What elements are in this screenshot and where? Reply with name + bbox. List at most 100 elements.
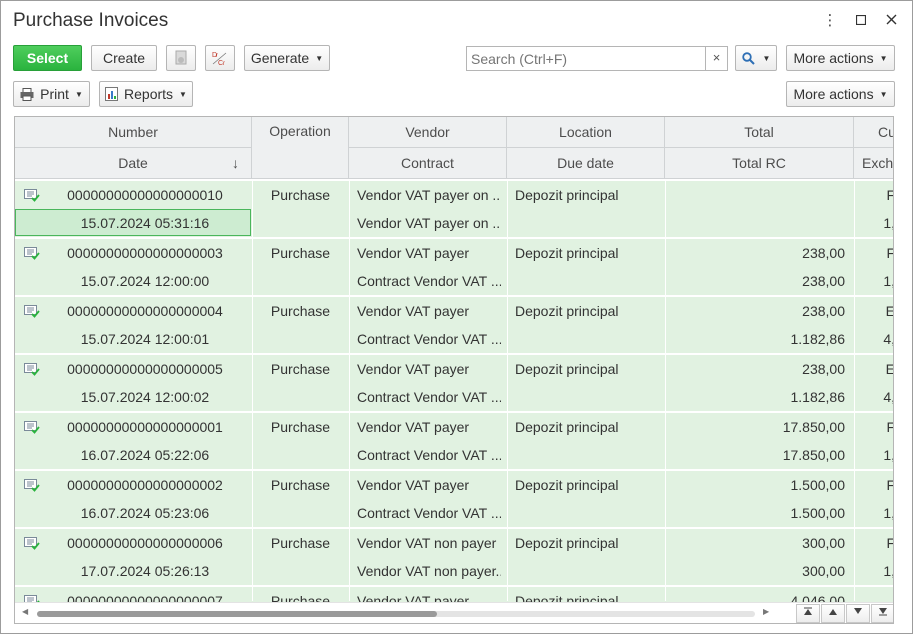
cell-due-date [515, 499, 663, 527]
cell-contract: Vendor VAT payer on ... [357, 215, 501, 231]
maximize-icon[interactable] [851, 11, 871, 31]
select-button[interactable]: Select [13, 45, 82, 71]
cell-exch: 4, [883, 331, 894, 347]
cell-location: Depozit principal [515, 187, 619, 203]
cell-operation: Purchase [270, 419, 331, 435]
table-row[interactable]: 00000000000000000003 15.07.2024 12:00:00 P… [15, 239, 893, 295]
cell-vendor: Vendor VAT payer [357, 303, 470, 319]
reports-button[interactable]: Reports ▼ [99, 81, 193, 107]
search-options-button[interactable]: ▼ [735, 45, 777, 71]
column-header-date[interactable]: Date ↓ [15, 148, 252, 179]
cell-contract: Contract Vendor VAT ... [357, 273, 501, 289]
cell-operation: Purchase [270, 245, 331, 261]
column-header-total-rc[interactable]: Total RC [665, 148, 854, 179]
clear-search-icon[interactable]: × [705, 47, 727, 70]
cell-vendor: Vendor VAT payer [357, 245, 470, 261]
cell-vendor: Vendor VAT payer on ... [357, 187, 501, 203]
table-row[interactable]: 00000000000000000006 17.07.2024 05:26:13 P… [15, 529, 894, 585]
more-actions-label: More actions [793, 50, 874, 66]
scroll-right-icon[interactable]: ▶ [763, 607, 769, 616]
reports-icon [105, 84, 119, 108]
column-header-currency[interactable]: Cu [854, 117, 893, 148]
more-vertical-icon[interactable]: ⋮ [820, 11, 840, 31]
cell-due-date [515, 325, 663, 353]
cell-number: 00000000000000000002 [67, 477, 223, 493]
printer-icon [20, 84, 34, 108]
column-header-contract[interactable]: Contract [349, 148, 507, 179]
column-divider [665, 181, 666, 601]
copy-document-button[interactable] [166, 45, 196, 71]
cell-total [667, 181, 845, 209]
cell-total-rc: 1.182,86 [790, 331, 846, 347]
column-header-operation[interactable]: Operation [252, 117, 349, 179]
chevron-down-icon: ▼ [879, 54, 888, 63]
generate-label: Generate [250, 50, 310, 66]
cell-number: 00000000000000000003 [67, 245, 223, 261]
cell-date: 16.07.2024 05:23:06 [80, 505, 210, 521]
cell-total: 238,00 [802, 245, 845, 261]
scroll-to-bottom-icon[interactable] [871, 604, 893, 623]
cell-date: 15.07.2024 12:00:01 [80, 331, 210, 347]
cell-exch: 1, [883, 563, 894, 579]
table-row[interactable]: 00000000000000000005 15.07.2024 12:00:02 P… [15, 355, 893, 411]
column-divider [349, 181, 350, 601]
create-button[interactable]: Create [91, 45, 157, 71]
cell-vendor: Vendor VAT payer [357, 419, 470, 435]
more-actions-button-secondary[interactable]: More actions ▼ [786, 81, 895, 107]
table-row[interactable]: 00000000000000000004 15.07.2024 12:00:01 P… [15, 297, 894, 353]
cell-operation: Purchase [270, 303, 331, 319]
column-header-date-label: Date [118, 155, 148, 171]
close-icon[interactable] [881, 11, 901, 31]
cell-number: 00000000000000000004 [67, 303, 223, 319]
dr-cr-button[interactable]: D r C r [205, 45, 235, 71]
cell-date: 15.07.2024 12:00:00 [80, 273, 210, 289]
cell-cu: F [855, 529, 893, 557]
scroll-to-top-icon[interactable] [796, 604, 820, 623]
cell-contract: Contract Vendor VAT ... [357, 331, 501, 347]
cell-cu: F [855, 413, 893, 441]
cell-location: Depozit principal [515, 477, 619, 493]
cell-total: 1.500,00 [790, 477, 846, 493]
cell-vendor: Vendor VAT payer [357, 477, 470, 493]
cell-date: 17.07.2024 05:26:13 [80, 563, 210, 579]
print-label: Print [40, 86, 69, 102]
svg-text:r: r [223, 61, 225, 66]
table-row[interactable]: 00000000000000000001 16.07.2024 05:22:06 P… [15, 413, 893, 469]
search-box[interactable]: × [466, 46, 728, 71]
more-actions-button[interactable]: More actions ▼ [786, 45, 895, 71]
posted-document-icon [24, 304, 40, 321]
chevron-down-icon: ▼ [762, 54, 771, 63]
table-row[interactable]: 00000000000000000010 15.07.2024 05:31:16 P… [15, 181, 893, 237]
scroll-left-icon[interactable]: ◀ [22, 607, 28, 616]
cell-contract: Contract Vendor VAT ... [357, 505, 501, 521]
invoices-table[interactable]: Number Date ↓ Operation Vendor Contract … [14, 116, 894, 624]
page-up-icon[interactable] [821, 604, 845, 623]
search-input[interactable] [467, 47, 702, 70]
column-header-location[interactable]: Location [507, 117, 665, 148]
sort-descending-icon: ↓ [232, 155, 239, 171]
column-header-vendor[interactable]: Vendor [349, 117, 507, 148]
posted-document-icon [24, 246, 40, 263]
chevron-down-icon: ▼ [179, 90, 187, 99]
column-header-due-date[interactable]: Due date [507, 148, 665, 179]
print-button[interactable]: Print ▼ [13, 81, 90, 107]
scroll-thumb[interactable] [37, 611, 437, 617]
column-divider [854, 181, 855, 601]
page-down-icon[interactable] [846, 604, 870, 623]
cell-total: 17.850,00 [782, 419, 845, 435]
cell-due-date [515, 267, 663, 295]
table-row[interactable]: 00000000000000000002 16.07.2024 05:23:06 P… [15, 471, 893, 527]
chevron-down-icon: ▼ [879, 90, 888, 99]
column-header-exchange-rate[interactable]: Exch [854, 148, 893, 179]
cell-total-rc: 1.182,86 [790, 389, 846, 405]
more-actions-label: More actions [793, 86, 874, 102]
cell-location: Depozit principal [515, 303, 619, 319]
cell-date: 15.07.2024 12:00:02 [80, 389, 210, 405]
cell-location: Depozit principal [515, 419, 619, 435]
column-header-number[interactable]: Number [15, 117, 252, 148]
cell-total-rc [667, 209, 845, 237]
column-header-total[interactable]: Total [665, 117, 854, 148]
horizontal-scrollbar[interactable]: ◀ ▶ [15, 602, 893, 623]
generate-button[interactable]: Generate ▼ [244, 45, 330, 71]
cell-cu: E [855, 297, 893, 325]
